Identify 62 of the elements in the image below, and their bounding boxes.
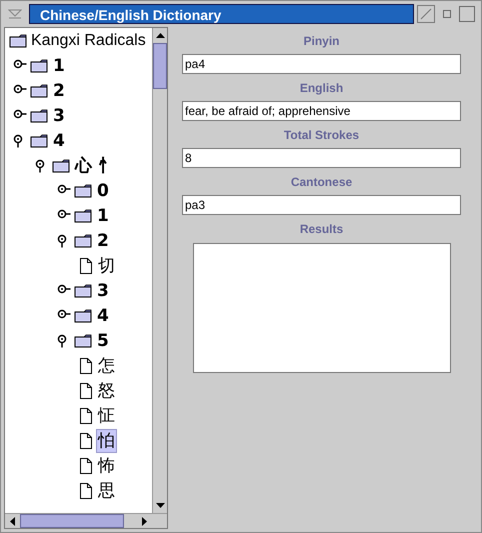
tree-item[interactable]: Kangxi Radicals — [29, 28, 148, 52]
menu-icon — [8, 8, 22, 20]
text-field[interactable]: pa3 — [182, 195, 461, 215]
up-arrow-icon — [156, 33, 164, 38]
tree-item[interactable]: 怎 — [96, 354, 117, 378]
diagonal-icon — [420, 8, 432, 20]
scroll-thumb[interactable] — [153, 43, 167, 89]
folder-icon — [30, 58, 48, 72]
tree-item[interactable]: 3 — [95, 278, 111, 302]
results-area[interactable] — [192, 243, 450, 373]
tree-item[interactable]: 怕 — [96, 428, 117, 452]
folder-icon — [74, 334, 92, 348]
document-icon — [79, 432, 93, 450]
tree-item[interactable]: 2 — [51, 78, 67, 102]
tree-item[interactable]: 1 — [51, 54, 67, 78]
tree-item[interactable]: 2 — [95, 228, 111, 252]
scroll-thumb[interactable] — [20, 514, 124, 528]
small-square-icon — [443, 10, 451, 18]
close-button[interactable] — [459, 6, 475, 22]
tree-item[interactable]: 0 — [95, 178, 111, 202]
maximize-button[interactable] — [417, 5, 435, 23]
horizontal-scrollbar[interactable] — [5, 513, 167, 528]
document-icon — [79, 456, 93, 474]
text-field[interactable]: 8 — [182, 148, 461, 168]
left-arrow-icon — [10, 516, 15, 526]
field-label: English — [300, 80, 344, 96]
tree-item[interactable]: 切 — [96, 254, 117, 278]
folder-icon — [30, 108, 48, 122]
folder-icon — [74, 208, 92, 222]
tree-item[interactable]: 心 忄 — [73, 154, 117, 178]
tree-item[interactable]: 4 — [51, 128, 67, 152]
right-arrow-icon — [142, 516, 147, 526]
folder-icon — [30, 84, 48, 98]
folder-icon — [74, 184, 92, 198]
field-label: Total Strokes — [284, 127, 360, 143]
folder-icon — [74, 284, 92, 298]
tree-item[interactable]: 怒 — [96, 378, 117, 402]
tree-item[interactable]: 4 — [95, 304, 111, 328]
vertical-scrollbar[interactable] — [152, 28, 167, 513]
document-icon — [79, 356, 93, 374]
tree-item[interactable]: 怖 — [96, 454, 117, 478]
field-label: Cantonese — [290, 174, 352, 190]
folder-icon — [9, 34, 27, 48]
tree-item[interactable]: 怔 — [96, 404, 117, 428]
tree-item[interactable]: 3 — [51, 104, 67, 128]
field-label: Pinyin — [303, 33, 340, 49]
document-icon — [79, 382, 93, 400]
text-field[interactable]: pa4 — [182, 54, 461, 74]
tree-item[interactable]: 思 — [96, 478, 117, 502]
tree-item[interactable]: 1 — [95, 204, 111, 228]
folder-icon — [74, 308, 92, 322]
field-label: Results — [300, 221, 344, 237]
folder-icon — [52, 158, 70, 172]
document-icon — [79, 482, 93, 500]
folder-icon — [74, 234, 92, 248]
window-title: Chinese/English Dictionary — [29, 4, 414, 24]
down-arrow-icon — [156, 503, 164, 508]
text-field[interactable]: fear, be afraid of; apprehensive — [182, 101, 461, 121]
document-icon — [79, 256, 93, 274]
document-icon — [79, 406, 93, 424]
folder-icon — [30, 134, 48, 148]
tree-item[interactable]: 5 — [95, 328, 111, 352]
